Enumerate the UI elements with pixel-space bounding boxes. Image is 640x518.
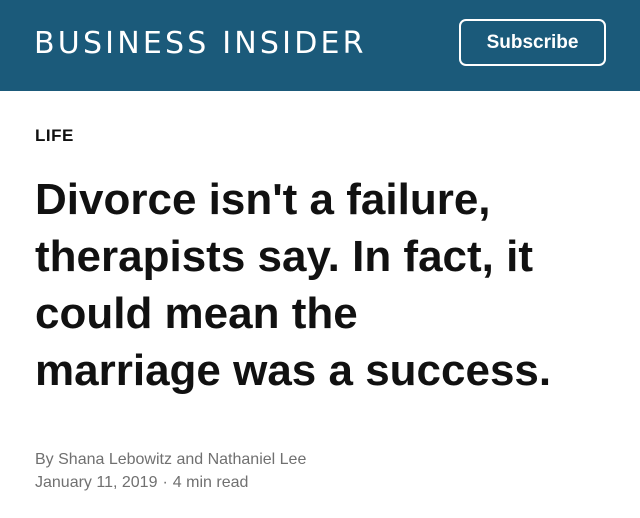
author-joiner: and bbox=[176, 451, 204, 468]
headline-line: could mean the bbox=[35, 289, 358, 338]
category-link[interactable]: LIFE bbox=[35, 126, 74, 146]
headline-line: marriage was a success. bbox=[35, 346, 552, 395]
subscribe-button[interactable]: Subscribe bbox=[459, 19, 606, 66]
author-link-nathaniel-lee[interactable]: Nathaniel Lee bbox=[208, 451, 307, 468]
read-time: 4 min read bbox=[172, 474, 249, 491]
byline: By Shana Lebowitz and Nathaniel Lee bbox=[35, 448, 306, 472]
byline-prefix: By bbox=[35, 451, 54, 468]
headline-line: Divorce isn't a failure, bbox=[35, 175, 491, 224]
author-link-shana-lebowitz[interactable]: Shana Lebowitz bbox=[58, 451, 172, 468]
publish-date: January 11, 2019 bbox=[35, 474, 158, 491]
site-header: BUSINESS INSIDER Subscribe bbox=[0, 0, 640, 91]
headline-line: therapists say. In fact, it bbox=[35, 232, 534, 281]
article-headline: Divorce isn't a failure, therapists say.… bbox=[35, 171, 625, 399]
site-logo[interactable]: BUSINESS INSIDER bbox=[34, 24, 367, 64]
meta-separator: · bbox=[162, 474, 168, 491]
article-meta: January 11, 2019 · 4 min read bbox=[35, 471, 248, 495]
